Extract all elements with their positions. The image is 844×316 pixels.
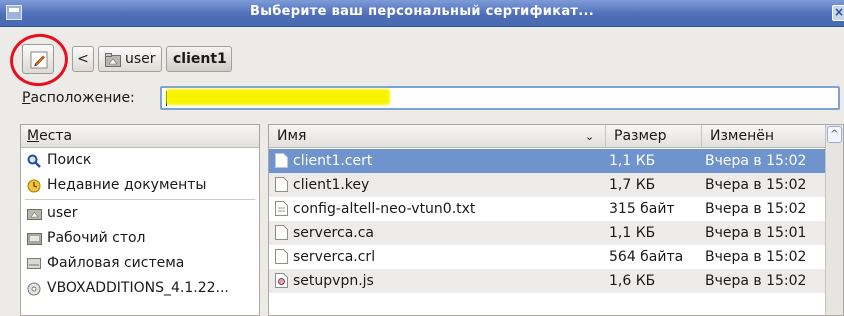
file-name: setupvpn.js (293, 273, 374, 289)
file-row[interactable]: serverca.ca 1,1 КБ Вчера в 15:01 (269, 221, 827, 245)
file-list-header: Имя ⌄ Размер Изменён (269, 125, 827, 148)
file-name: config-altell-neo-vtun0.txt (293, 201, 476, 217)
places-divider (25, 199, 255, 200)
places-header[interactable]: Места (21, 125, 259, 148)
file-modified: Вчера в 15:02 (705, 177, 807, 193)
annotation-circle (6, 30, 72, 90)
path-back-button[interactable]: < (72, 46, 94, 72)
window-title: Выберите ваш персональный сертификат... (250, 4, 594, 19)
file-row[interactable]: client1.key 1,7 КБ Вчера в 15:02 (269, 173, 827, 197)
place-user[interactable]: user (21, 201, 259, 226)
home-folder-icon (27, 209, 42, 220)
search-icon (27, 154, 41, 168)
redaction-highlight (166, 89, 390, 105)
title-bar: Выберите ваш персональный сертификат... … (0, 0, 844, 27)
filesystem-icon (27, 258, 41, 269)
vertical-scrollbar[interactable]: ^ (825, 125, 843, 315)
file-icon (275, 177, 288, 192)
file-name: serverca.ca (293, 225, 375, 241)
file-modified: Вчера в 15:01 (705, 225, 807, 241)
column-header-size[interactable]: Размер (605, 125, 701, 148)
file-size: 1,1 КБ (609, 225, 656, 241)
sort-descending-icon: ⌄ (585, 130, 595, 143)
home-folder-icon (105, 53, 121, 67)
file-list-panel: Имя ⌄ Размер Изменён client1.cert 1,1 КБ… (268, 124, 844, 316)
file-name: client1.cert (293, 153, 373, 169)
file-size: 1,1 КБ (609, 153, 656, 169)
file-size: 315 байт (609, 201, 675, 217)
place-recent[interactable]: Недавние документы (21, 173, 259, 198)
file-modified: Вчера в 15:02 (705, 201, 807, 217)
text-file-icon (275, 201, 288, 216)
file-row[interactable]: config-altell-neo-vtun0.txt 315 байт Вче… (269, 197, 827, 221)
location-label: Расположение: (22, 90, 135, 106)
places-panel: Места Поиск Недавние документы user Рабо… (20, 124, 260, 316)
path-button-user[interactable]: user (98, 46, 162, 72)
close-button[interactable]: × (832, 5, 844, 21)
column-header-name[interactable]: Имя (269, 125, 605, 148)
path-label-user: user (125, 51, 156, 67)
desktop-icon (27, 233, 42, 245)
file-row[interactable]: setupvpn.js 1,6 КБ Вчера в 15:02 (269, 269, 827, 293)
file-size: 564 байта (609, 249, 684, 265)
file-name: client1.key (293, 177, 370, 193)
place-search[interactable]: Поиск (21, 148, 259, 173)
path-button-client1[interactable]: client1 (166, 46, 232, 72)
file-name: serverca.crl (293, 249, 376, 265)
file-size: 1,6 КБ (609, 273, 656, 289)
place-desktop[interactable]: Рабочий стол (21, 226, 259, 251)
cdrom-icon (27, 282, 41, 296)
file-row[interactable]: serverca.crl 564 байта Вчера в 15:02 (269, 245, 827, 269)
file-modified: Вчера в 15:02 (705, 153, 807, 169)
column-header-modified[interactable]: Изменён (701, 125, 827, 148)
file-row[interactable]: client1.cert 1,1 КБ Вчера в 15:02 (269, 149, 827, 173)
file-modified: Вчера в 15:02 (705, 249, 807, 265)
script-file-icon (275, 273, 288, 288)
file-size: 1,7 КБ (609, 177, 656, 193)
file-icon (275, 225, 288, 240)
recent-icon (27, 179, 41, 193)
place-cdrom[interactable]: VBOXADDITIONS_4.1.22... (21, 276, 259, 301)
place-filesystem[interactable]: Файловая система (21, 251, 259, 276)
file-modified: Вчера в 15:02 (705, 273, 807, 289)
scroll-up-button[interactable]: ^ (827, 126, 842, 143)
file-icon (275, 153, 288, 168)
file-icon (275, 249, 288, 264)
